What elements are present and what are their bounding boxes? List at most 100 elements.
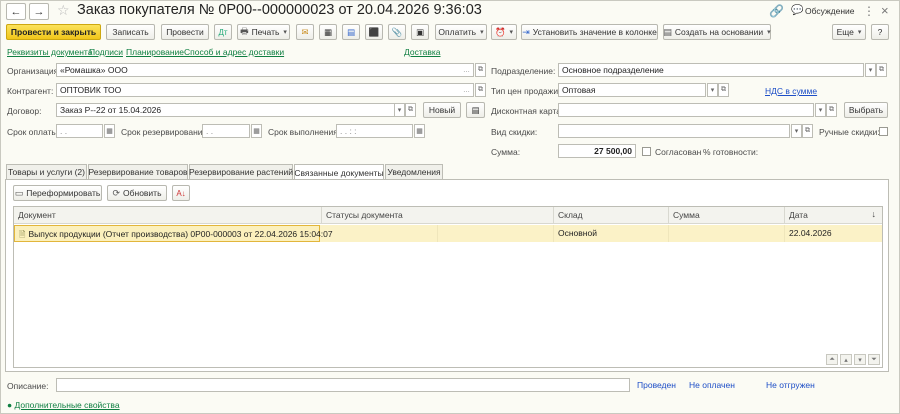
discount-type-dropdown-button[interactable]: ▾ <box>791 124 802 138</box>
forward-button[interactable]: → <box>29 3 49 20</box>
double-up-icon: ⏶ <box>829 355 835 363</box>
paperclip-icon: 📎 <box>391 26 403 37</box>
star-icon[interactable]: ☆ <box>57 2 70 19</box>
chevron-down-icon: ▾ <box>509 29 514 36</box>
delivery-link[interactable]: Доставка <box>404 47 441 57</box>
reform-button[interactable]: ▭ Переформировать <box>13 185 102 201</box>
up-icon: ▴ <box>844 356 848 364</box>
organization-label: Организация: <box>7 66 61 76</box>
execution-term-field[interactable]: . . : : <box>336 124 413 138</box>
contract-dropdown-button[interactable]: ▾ <box>394 103 405 117</box>
reserve-term-calendar-button[interactable]: ▦ <box>251 124 262 138</box>
contract-label: Договор: <box>7 106 42 116</box>
signatures-link[interactable]: Подписи <box>89 47 123 57</box>
more-vertical-icon[interactable]: ⋮ <box>863 4 875 18</box>
link-icon[interactable]: 🔗 <box>769 4 784 18</box>
agreed-checkbox[interactable] <box>642 147 651 156</box>
contractor-field[interactable]: ОПТОВИК ТОО… <box>56 83 474 97</box>
scroll-up-button[interactable]: ▴ <box>840 354 852 365</box>
contract-field[interactable]: Заказ Р--22 от 15.04.2026 <box>56 103 404 117</box>
tab-notifications[interactable]: Уведомления <box>385 164 443 179</box>
column-header-document[interactable]: Документ <box>14 207 322 224</box>
document-icon: ▤ <box>471 104 480 115</box>
more-button[interactable]: Еще ▾ <box>832 24 866 40</box>
discount-card-dropdown-button[interactable]: ▾ <box>815 103 826 117</box>
new-contract-button[interactable]: Новый <box>423 102 461 118</box>
choose-button[interactable]: Выбрать <box>844 102 888 118</box>
scroll-down-button[interactable]: ▾ <box>854 354 866 365</box>
post-and-close-button[interactable]: Провести и закрыть <box>6 24 101 40</box>
pay-button[interactable]: Оплатить ▾ <box>435 24 487 40</box>
table-icon: ▦ <box>323 26 333 37</box>
structure-button[interactable]: ▤ <box>342 24 360 40</box>
table-row[interactable]: 🗎 Выпуск продукции (Отчет производства) 0… <box>14 225 882 242</box>
requisites-link[interactable]: Реквизиты документа <box>7 47 92 57</box>
tab-goods-reservation[interactable]: Резервирование товаров <box>88 164 188 179</box>
document-cell[interactable]: 🗎 Выпуск продукции (Отчет производства) 0… <box>14 225 333 242</box>
scroll-bottom-button[interactable]: ⏷ <box>868 354 880 365</box>
scroll-top-button[interactable]: ⏶ <box>826 354 838 365</box>
help-button[interactable]: ? <box>871 24 889 40</box>
open-discount-type-button[interactable]: ⧉ <box>802 124 813 138</box>
open-division-button[interactable]: ⧉ <box>876 63 887 77</box>
alarm-clock-icon: ⏰ <box>494 26 506 37</box>
manual-discount-checkbox[interactable] <box>879 127 888 136</box>
discount-type-field[interactable] <box>558 124 790 138</box>
open-organization-button[interactable]: ⧉ <box>475 63 486 77</box>
delivery-method-link[interactable]: Способ и адрес доставки <box>184 47 284 57</box>
save-button[interactable]: Записать <box>106 24 155 40</box>
vat-in-sum-link[interactable]: НДС в сумме <box>765 86 817 96</box>
attach-button[interactable]: 📎 <box>388 24 406 40</box>
post-button[interactable]: Провести <box>161 24 209 40</box>
settings-button[interactable]: A↓ <box>172 185 190 201</box>
close-icon[interactable]: × <box>881 3 889 18</box>
column-header-date[interactable]: Дата ↓ <box>785 207 882 224</box>
sum-field[interactable]: 27 500,00 <box>558 144 636 158</box>
column-header-sum[interactable]: Сумма <box>669 207 785 224</box>
description-field[interactable] <box>56 378 630 392</box>
set-value-in-column-button[interactable]: ⇥ Установить значение в колонке <box>521 24 658 40</box>
column-header-statuses[interactable]: Статусы документа <box>322 207 554 224</box>
payment-term-field[interactable]: . . <box>56 124 103 138</box>
report-button[interactable]: ▣ <box>411 24 429 40</box>
organization-field[interactable]: «Ромашка» ООО… <box>56 63 474 77</box>
discount-card-field[interactable] <box>558 103 814 117</box>
price-type-field[interactable]: Оптовая <box>558 83 706 97</box>
create-based-on-button[interactable]: ▤ Создать на основании ▾ <box>663 24 771 40</box>
movements-button[interactable]: Дт <box>214 24 232 40</box>
chevron-down-icon: ▾ <box>710 87 715 94</box>
extra-properties-link[interactable]: ● Дополнительные свойства <box>7 400 120 410</box>
reserve-term-field[interactable]: . . <box>202 124 250 138</box>
discussion-button[interactable]: Обсуждение <box>805 6 855 16</box>
chevron-down-icon: ▾ <box>283 29 287 36</box>
mail-button[interactable]: ✉ <box>296 24 314 40</box>
reform-icon: ▭ <box>14 187 24 198</box>
open-discount-card-button[interactable]: ⧉ <box>826 103 837 117</box>
tab-goods-and-services[interactable]: Товары и услуги (2) <box>6 164 87 179</box>
envelope-icon: ✉ <box>301 26 309 37</box>
contract-info-button[interactable]: ▤ <box>466 102 485 118</box>
price-type-dropdown-button[interactable]: ▾ <box>707 83 718 97</box>
open-contract-button[interactable]: ⧉ <box>405 103 416 117</box>
payment-term-calendar-button[interactable]: ▦ <box>104 124 115 138</box>
chevron-down-icon: ▾ <box>480 29 484 36</box>
planning-link[interactable]: Планирование <box>126 47 184 57</box>
execution-term-calendar-button[interactable]: ▦ <box>414 124 425 138</box>
more-label: Еще <box>836 27 854 37</box>
column-header-warehouse[interactable]: Склад <box>554 207 669 224</box>
reminder-button[interactable]: ⏰ ▾ <box>491 24 517 40</box>
division-dropdown-button[interactable]: ▾ <box>865 63 876 77</box>
print-button[interactable]: 🖶 Печать ▾ <box>237 24 290 40</box>
open-price-type-button[interactable]: ⧉ <box>718 83 729 97</box>
tab-plants-reservation[interactable]: Резервирование растений <box>189 164 293 179</box>
open-contractor-button[interactable]: ⧉ <box>475 83 486 97</box>
date-cell: 22.04.2026 <box>789 228 832 238</box>
package-button[interactable]: ⬛ <box>365 24 383 40</box>
table-button[interactable]: ▦ <box>319 24 337 40</box>
payment-term-label: Срок оплаты: <box>7 127 60 137</box>
division-field[interactable]: Основное подразделение <box>558 63 864 77</box>
refresh-button[interactable]: ⟳ Обновить <box>107 185 167 201</box>
tab-related-documents[interactable]: Связанные документы <box>294 164 384 180</box>
movements-icon: Дт <box>218 27 228 37</box>
back-button[interactable]: ← <box>6 3 26 20</box>
